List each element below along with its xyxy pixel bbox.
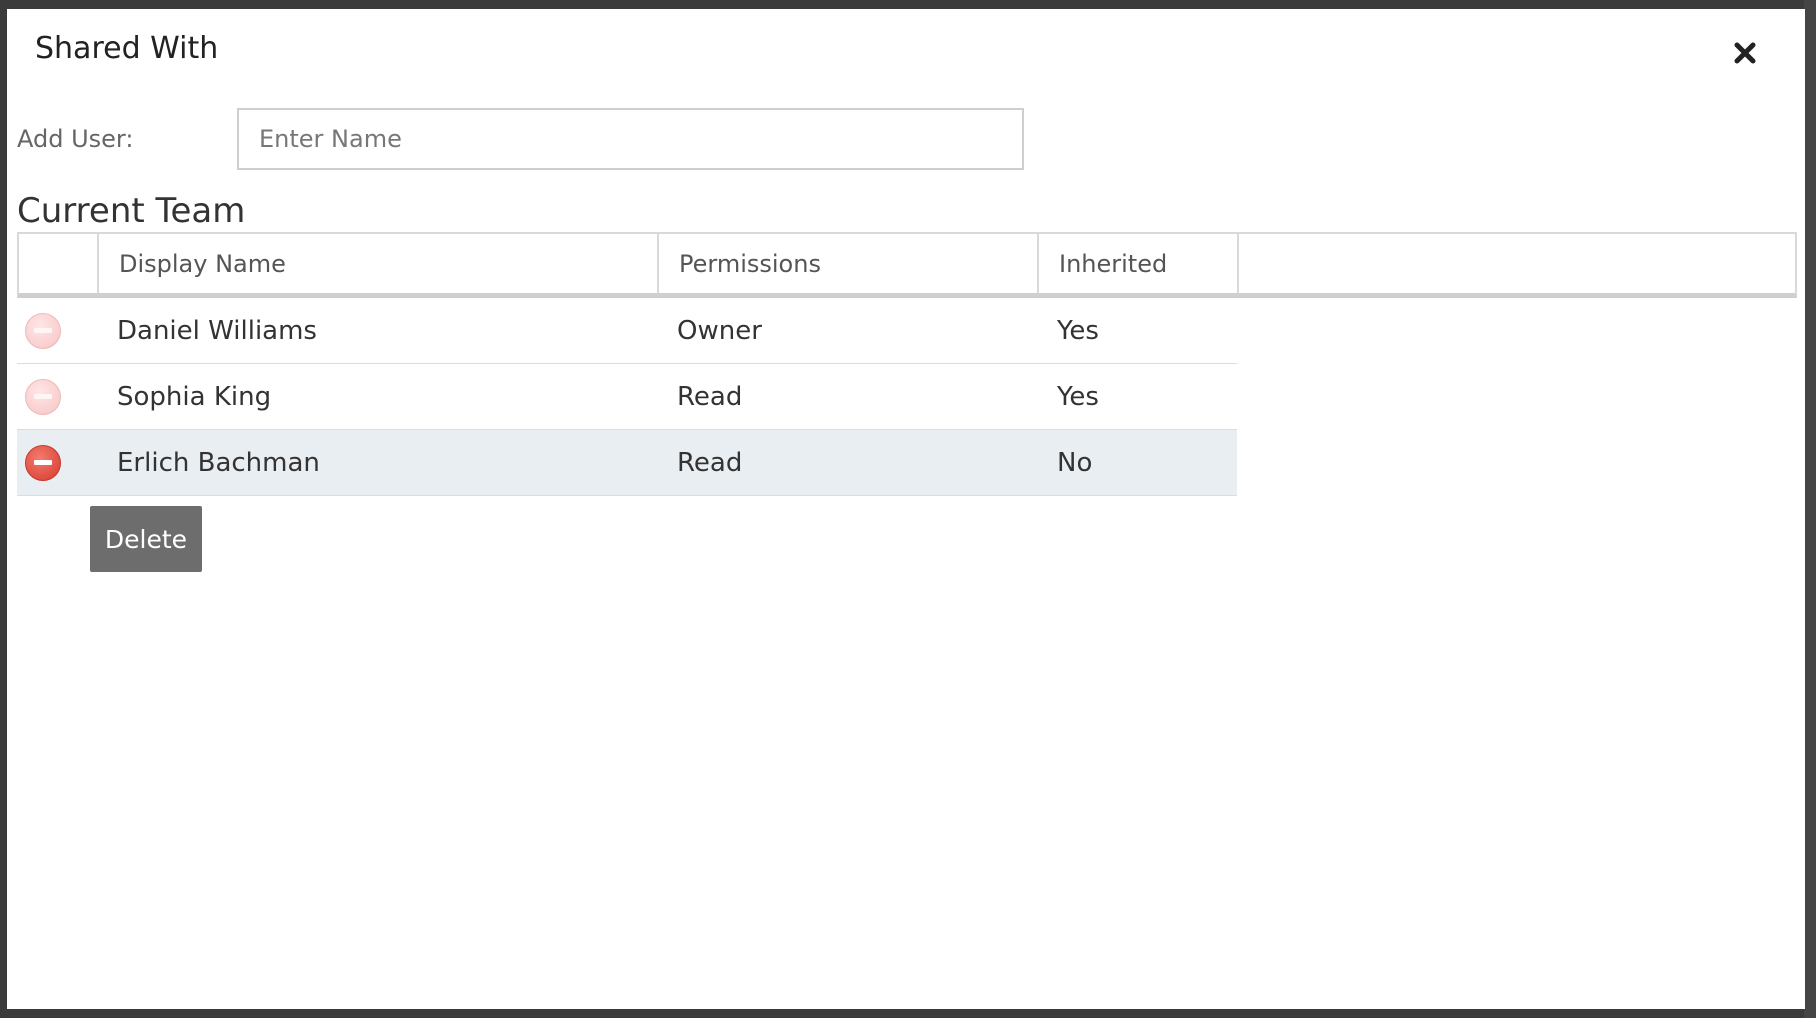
display-name-cell: Erlich Bachman [117, 447, 320, 478]
remove-user-icon[interactable] [25, 378, 61, 415]
inherited-cell: No [1057, 447, 1093, 478]
row-action-cell [17, 378, 97, 415]
add-user-input[interactable] [237, 108, 1024, 170]
close-button[interactable] [1727, 35, 1763, 71]
add-user-label: Add User: [17, 125, 134, 153]
row-action-cell [17, 312, 97, 349]
dialog-header: Shared With [7, 9, 1805, 93]
close-icon [1734, 42, 1756, 64]
shared-with-dialog: Shared With Add User: Current Team Displ… [7, 9, 1805, 1009]
inherited-cell: Yes [1057, 315, 1099, 346]
permissions-cell: Read [677, 447, 743, 478]
table-row-selected[interactable]: Erlich Bachman Read No [17, 430, 1237, 496]
add-user-row: Add User: [17, 99, 1024, 170]
permissions-cell: Owner [677, 315, 762, 346]
page-backdrop [1804, 0, 1816, 1018]
column-header-inherited[interactable]: Inherited [1039, 234, 1239, 293]
table-body: Daniel Williams Owner Yes Sophia King Re… [17, 298, 1237, 496]
table-row[interactable]: Daniel Williams Owner Yes [17, 298, 1237, 364]
current-team-title: Current Team [17, 191, 246, 231]
column-header-empty [1239, 234, 1795, 293]
remove-user-icon[interactable] [25, 312, 61, 349]
delete-tooltip-button[interactable]: Delete [90, 506, 202, 572]
column-header-actions [19, 234, 99, 293]
column-header-permissions[interactable]: Permissions [659, 234, 1039, 293]
team-table: Display Name Permissions Inherited Danie… [17, 232, 1797, 496]
remove-user-icon[interactable] [25, 444, 61, 481]
display-name-cell: Daniel Williams [117, 315, 317, 346]
dialog-title: Shared With [35, 31, 219, 66]
permissions-cell: Read [677, 381, 743, 412]
row-action-cell [17, 444, 97, 481]
table-header: Display Name Permissions Inherited [17, 232, 1797, 298]
display-name-cell: Sophia King [117, 381, 272, 412]
inherited-cell: Yes [1057, 381, 1099, 412]
table-row[interactable]: Sophia King Read Yes [17, 364, 1237, 430]
column-header-display-name[interactable]: Display Name [99, 234, 659, 293]
